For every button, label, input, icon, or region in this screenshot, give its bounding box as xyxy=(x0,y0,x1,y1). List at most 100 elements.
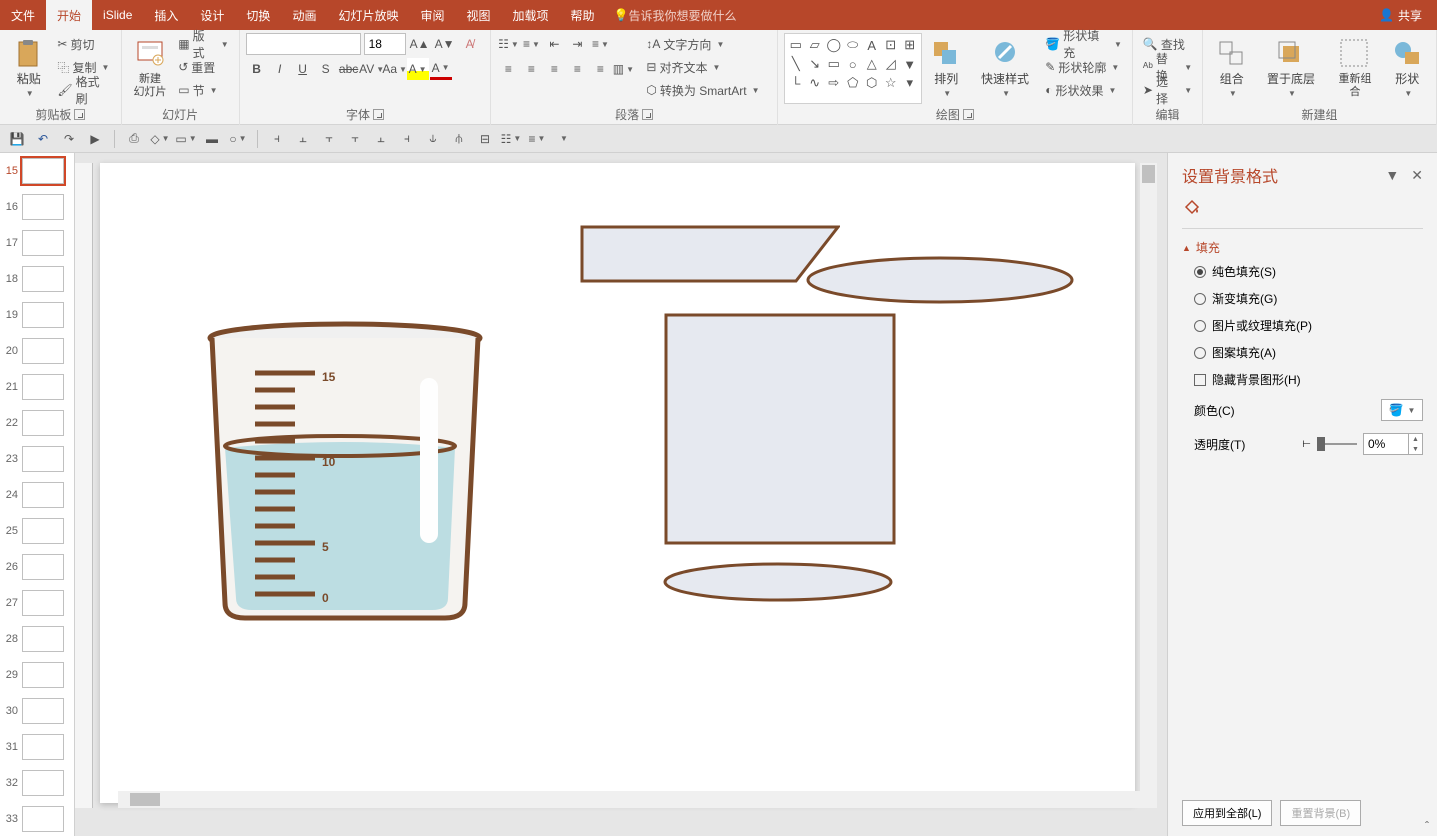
align-center-button[interactable]: ≡ xyxy=(520,58,542,80)
shape-tri-icon[interactable]: △ xyxy=(863,55,881,73)
solid-fill-radio[interactable]: 纯色填充(S) xyxy=(1182,258,1423,285)
align-right-button[interactable]: ≡ xyxy=(543,58,565,80)
shape-rect3-icon[interactable]: ▭ xyxy=(825,55,843,73)
font-color-button[interactable]: A▼ xyxy=(430,58,452,80)
hide-bg-checkbox[interactable]: 隐藏背景图形(H) xyxy=(1182,366,1423,393)
paste-button[interactable]: 粘贴▼ xyxy=(6,33,51,104)
ellipse-shape-top[interactable] xyxy=(805,255,1075,305)
painter-button[interactable]: 🖌格式刷 xyxy=(53,79,114,101)
thumb-15[interactable]: 15 xyxy=(0,153,74,189)
sendback-button[interactable]: 置于底层▼ xyxy=(1256,33,1325,104)
align-l-button[interactable]: ⫞ xyxy=(266,128,288,150)
redo-button[interactable]: ↷ xyxy=(58,128,80,150)
horizontal-scrollbar[interactable] xyxy=(118,791,1140,808)
qat-para-button[interactable]: ≡▼ xyxy=(526,128,548,150)
align-left-button[interactable]: ≡ xyxy=(497,58,519,80)
thumb-25[interactable]: 25 xyxy=(0,513,74,549)
collapse-ribbon-button[interactable]: ˆ xyxy=(1417,816,1437,836)
shapes-button[interactable]: 形状▼ xyxy=(1385,33,1430,104)
thumb-26[interactable]: 26 xyxy=(0,549,74,585)
group-button[interactable]: 组合▼ xyxy=(1209,33,1254,104)
shape-star-icon[interactable]: ☆ xyxy=(882,74,900,92)
shape-more-icon[interactable]: ⊞ xyxy=(901,36,919,54)
vertical-scrollbar[interactable] xyxy=(1140,163,1157,808)
menu-review[interactable]: 审阅 xyxy=(409,0,455,30)
numbering-button[interactable]: ≡▼ xyxy=(520,33,542,55)
thumb-30[interactable]: 30 xyxy=(0,693,74,729)
align-c-button[interactable]: ⫠ xyxy=(292,128,314,150)
thumb-27[interactable]: 27 xyxy=(0,585,74,621)
panel-options-button[interactable]: ▼ xyxy=(1385,167,1399,184)
linespacing-button[interactable]: ≡▼ xyxy=(589,33,611,55)
strike-button[interactable]: abc xyxy=(338,58,360,80)
menu-help[interactable]: 帮助 xyxy=(560,0,606,30)
cut-button[interactable]: ✂剪切 xyxy=(53,33,114,55)
align-r-button[interactable]: ⫟ xyxy=(318,128,340,150)
justify-button[interactable]: ≡ xyxy=(566,58,588,80)
clear-format-button[interactable]: A̸ xyxy=(459,33,481,55)
smartart-button[interactable]: ⬡转换为 SmartArt▼ xyxy=(642,79,763,101)
paragraph-launcher[interactable] xyxy=(642,109,653,120)
beaker-image[interactable]: 15 10 5 0 xyxy=(200,318,490,628)
outdent-button[interactable]: ⇤ xyxy=(543,33,565,55)
thumb-29[interactable]: 29 xyxy=(0,657,74,693)
shape-cylinder-icon[interactable]: ⬭ xyxy=(844,36,862,54)
thumbnail-panel[interactable]: 15 16 17 18 19 20 21 22 23 24 25 26 27 2… xyxy=(0,153,75,836)
save-button[interactable]: 💾 xyxy=(6,128,28,150)
shape-curve-icon[interactable]: ∿ xyxy=(806,74,824,92)
regroup-button[interactable]: 重新组合 xyxy=(1327,33,1382,104)
shadow-button[interactable]: S xyxy=(315,58,337,80)
qat-btn-4[interactable]: ▬ xyxy=(201,128,223,150)
qat-custom-button[interactable]: ▼ xyxy=(552,128,574,150)
thumb-16[interactable]: 16 xyxy=(0,189,74,225)
dist-h-button[interactable]: ⫝ xyxy=(422,128,444,150)
slide-canvas[interactable]: 15 10 5 0 xyxy=(100,163,1135,803)
thumb-18[interactable]: 18 xyxy=(0,261,74,297)
thumb-32[interactable]: 32 xyxy=(0,765,74,801)
spin-down-button[interactable]: ▼ xyxy=(1408,444,1422,454)
menu-animations[interactable]: 动画 xyxy=(281,0,327,30)
pattern-fill-radio[interactable]: 图案填充(A) xyxy=(1182,339,1423,366)
menu-slideshow[interactable]: 幻灯片放映 xyxy=(327,0,409,30)
shape-expand-icon[interactable]: ▾ xyxy=(901,74,919,92)
transparency-slider[interactable] xyxy=(1317,443,1357,445)
quickstyle-button[interactable]: 快速样式▼ xyxy=(971,33,1039,104)
menu-design[interactable]: 设计 xyxy=(189,0,235,30)
shape-circle-icon[interactable]: ◯ xyxy=(825,36,843,54)
picture-fill-radio[interactable]: 图片或纹理填充(P) xyxy=(1182,312,1423,339)
menu-addins[interactable]: 加载项 xyxy=(502,0,560,30)
start-button[interactable]: ▶ xyxy=(84,128,106,150)
qat-btn-2[interactable]: ◇▼ xyxy=(149,128,171,150)
rectangle-shape[interactable] xyxy=(664,313,896,545)
shape-rtri-icon[interactable]: ◿ xyxy=(882,55,900,73)
dist-v-button[interactable]: ⫛ xyxy=(448,128,470,150)
undo-button[interactable]: ↶ xyxy=(32,128,54,150)
trapezoid-shape[interactable] xyxy=(580,225,840,283)
shape-elbow-icon[interactable]: └ xyxy=(787,74,805,92)
menu-home[interactable]: 开始 xyxy=(46,0,92,30)
bold-button[interactable]: B xyxy=(246,58,268,80)
columns-button[interactable]: ▥▼ xyxy=(612,58,634,80)
shape-line-icon[interactable]: ╲ xyxy=(787,55,805,73)
fill-section-toggle[interactable]: ▲填充 xyxy=(1182,237,1423,258)
shape-hex-icon[interactable]: ⬡ xyxy=(863,74,881,92)
underline-button[interactable]: U xyxy=(292,58,314,80)
align-b-button[interactable]: ⫞ xyxy=(396,128,418,150)
transparency-spinner[interactable]: 0% ▲▼ xyxy=(1363,433,1423,455)
drawing-launcher[interactable] xyxy=(963,109,974,120)
shape-pent-icon[interactable]: ⬠ xyxy=(844,74,862,92)
shape-rect-icon[interactable]: ▭ xyxy=(787,36,805,54)
shape-arrow-icon[interactable]: ↘ xyxy=(806,55,824,73)
color-picker-button[interactable]: 🪣▼ xyxy=(1381,399,1423,421)
shape-outline-button[interactable]: ✎形状轮廓▼ xyxy=(1041,56,1126,78)
qat-btn-3[interactable]: ▭▼ xyxy=(175,128,197,150)
select-button[interactable]: ➤选择▼ xyxy=(1139,79,1196,101)
bullets-button[interactable]: ☷▼ xyxy=(497,33,519,55)
align-text-button[interactable]: ⊟对齐文本▼ xyxy=(642,56,763,78)
new-slide-button[interactable]: 新建 幻灯片 xyxy=(128,33,173,104)
section-button[interactable]: ▭节▼ xyxy=(174,79,232,101)
thumb-22[interactable]: 22 xyxy=(0,405,74,441)
clipboard-launcher[interactable] xyxy=(74,109,85,120)
share-button[interactable]: 👤 共享 xyxy=(1379,7,1422,24)
gradient-fill-radio[interactable]: 渐变填充(G) xyxy=(1182,285,1423,312)
